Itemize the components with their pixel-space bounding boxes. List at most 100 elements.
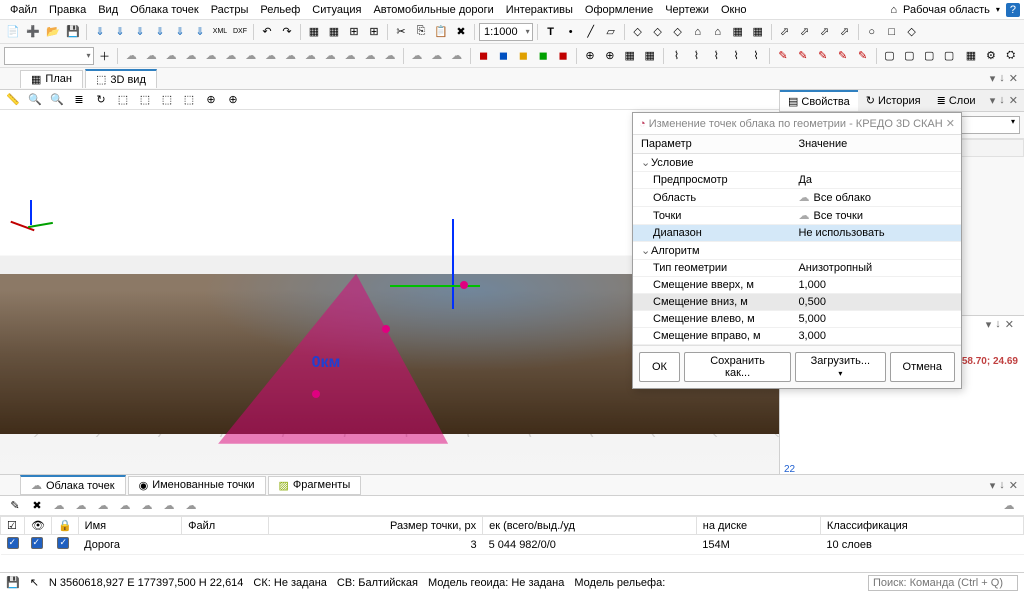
bt-pin[interactable]: ↓ bbox=[999, 479, 1005, 492]
tb-copy[interactable]: ⎘ bbox=[412, 23, 430, 41]
bt-3[interactable]: ☁ bbox=[50, 497, 68, 515]
tb-l2[interactable]: ⌇ bbox=[687, 47, 705, 65]
dlg-geomtype-v[interactable]: Анизотропный bbox=[790, 260, 961, 277]
tb-import-5[interactable]: ⇓ bbox=[171, 23, 189, 41]
tb-import-4[interactable]: ⇓ bbox=[151, 23, 169, 41]
tb-road-2[interactable]: ⬀ bbox=[796, 23, 814, 41]
tb-cloud-7[interactable]: ☁ bbox=[242, 47, 260, 65]
tb-misc-f[interactable]: ▦ bbox=[729, 23, 747, 41]
tb-draw-3[interactable]: ◇ bbox=[903, 23, 921, 41]
tab-layers[interactable]: ≣Слои bbox=[929, 90, 984, 111]
tb-flag-2[interactable]: ◼ bbox=[494, 47, 512, 65]
tb-xml[interactable]: XML bbox=[211, 23, 229, 41]
row-check[interactable] bbox=[7, 537, 19, 549]
tb-road-1[interactable]: ⬀ bbox=[776, 23, 794, 41]
table-row[interactable]: Дорога 3 5 044 982/0/0 154M 10 слоев bbox=[1, 535, 1024, 555]
status-cursor-icon[interactable]: ↖ bbox=[30, 576, 39, 589]
vp-zoom-in[interactable]: 🔍 bbox=[26, 91, 44, 109]
bt-end[interactable]: ☁ bbox=[1000, 497, 1018, 515]
vp-ruler[interactable]: 📏 bbox=[4, 91, 22, 109]
bt-9[interactable]: ☁ bbox=[182, 497, 200, 515]
dlg-preview-v[interactable]: Да bbox=[790, 172, 961, 189]
tb-misc-3[interactable]: ▢ bbox=[920, 47, 938, 65]
tab-properties[interactable]: ▤Свойства bbox=[780, 90, 858, 111]
bt-min[interactable]: ▾ bbox=[990, 479, 996, 492]
tb-flag-4[interactable]: ◼ bbox=[534, 47, 552, 65]
tb-flag-1[interactable]: ◼ bbox=[475, 47, 493, 65]
tb-draw-a[interactable]: ✎ bbox=[774, 47, 792, 65]
menu-file[interactable]: Файл bbox=[4, 2, 43, 18]
status-save-icon[interactable]: 💾 bbox=[6, 576, 20, 589]
tb-import-2[interactable]: ⇓ bbox=[111, 23, 129, 41]
vp-mode3[interactable]: ⬚ bbox=[158, 91, 176, 109]
tb-redo[interactable]: ↷ bbox=[278, 23, 296, 41]
bt-4[interactable]: ☁ bbox=[72, 497, 90, 515]
tb-l1[interactable]: ⌇ bbox=[668, 47, 686, 65]
tb-l4[interactable]: ⌇ bbox=[727, 47, 745, 65]
tb-cloud-15[interactable]: ☁ bbox=[408, 47, 426, 65]
search-command-input[interactable] bbox=[868, 575, 1018, 591]
bt-1[interactable]: ✎ bbox=[6, 497, 24, 515]
tb-r3[interactable]: ⛭ bbox=[1002, 47, 1020, 65]
bt-7[interactable]: ☁ bbox=[138, 497, 156, 515]
tb-cloud-5[interactable]: ☁ bbox=[202, 47, 220, 65]
tb-draw-d[interactable]: ✎ bbox=[834, 47, 852, 65]
tb-cloud-6[interactable]: ☁ bbox=[222, 47, 240, 65]
tb-draw-1[interactable]: ○ bbox=[863, 23, 881, 41]
bt-close[interactable]: ✕ bbox=[1009, 479, 1018, 492]
rl-min[interactable]: ▾ bbox=[986, 318, 992, 331]
menu-window[interactable]: Окно bbox=[715, 2, 753, 18]
dlg-area-v[interactable]: ☁ Все облако bbox=[790, 189, 961, 207]
dialog-saveas-button[interactable]: Сохранить как... bbox=[684, 352, 791, 382]
row-eye[interactable] bbox=[31, 537, 43, 549]
tab-clouds[interactable]: ☁Облака точек bbox=[20, 475, 126, 495]
dlg-group-alg[interactable]: ⌄Алгоритм bbox=[633, 242, 961, 260]
menu-interactives[interactable]: Интерактивы bbox=[500, 2, 579, 18]
vp-mode5[interactable]: ⊕ bbox=[202, 91, 220, 109]
menu-situation[interactable]: Ситуация bbox=[306, 2, 367, 18]
tb-cloud-8[interactable]: ☁ bbox=[262, 47, 280, 65]
tb-flag-3[interactable]: ◼ bbox=[514, 47, 532, 65]
pin-icon[interactable]: ▾ bbox=[990, 72, 996, 85]
vp-rot[interactable]: ↻ bbox=[92, 91, 110, 109]
bt-5[interactable]: ☁ bbox=[94, 497, 112, 515]
tb-draw-e[interactable]: ✎ bbox=[854, 47, 872, 65]
tb-t2[interactable]: ▦ bbox=[325, 23, 343, 41]
menu-relief[interactable]: Рельеф bbox=[254, 2, 306, 18]
vp-mode2[interactable]: ⬚ bbox=[136, 91, 154, 109]
tb-cloud-2[interactable]: ☁ bbox=[142, 47, 160, 65]
rp-pin[interactable]: ↓ bbox=[999, 94, 1005, 111]
tb-r1[interactable]: ▦ bbox=[962, 47, 980, 65]
tb-line[interactable]: ╱ bbox=[582, 23, 600, 41]
row-lock[interactable] bbox=[57, 537, 69, 549]
tb-misc-c[interactable]: ◇ bbox=[669, 23, 687, 41]
tb-misc-4[interactable]: ▢ bbox=[940, 47, 958, 65]
help-icon[interactable]: ? bbox=[1006, 3, 1020, 17]
dlg-range-v[interactable]: Не использовать bbox=[790, 225, 961, 242]
tb-open[interactable]: 📂 bbox=[44, 23, 62, 41]
marker-dot-3[interactable] bbox=[312, 390, 320, 398]
tb-add[interactable]: ➕ bbox=[24, 23, 42, 41]
tb-draw-2[interactable]: □ bbox=[883, 23, 901, 41]
menu-rasters[interactable]: Растры bbox=[205, 2, 255, 18]
bt-6[interactable]: ☁ bbox=[116, 497, 134, 515]
dialog-title-bar[interactable]: ◔ Изменение точек облака по геометрии - … bbox=[633, 113, 961, 135]
tb-misc-b[interactable]: ◇ bbox=[649, 23, 667, 41]
tb-undo[interactable]: ↶ bbox=[258, 23, 276, 41]
marker-dot-1[interactable] bbox=[460, 281, 468, 289]
tb-paste[interactable]: 📋 bbox=[432, 23, 450, 41]
tb-l3[interactable]: ⌇ bbox=[707, 47, 725, 65]
tb-t4[interactable]: ⊞ bbox=[365, 23, 383, 41]
tb-cloud-12[interactable]: ☁ bbox=[341, 47, 359, 65]
bt-8[interactable]: ☁ bbox=[160, 497, 178, 515]
menu-design[interactable]: Оформление bbox=[579, 2, 659, 18]
dlg-offup-v[interactable]: 1,000 bbox=[790, 277, 961, 294]
dialog-cancel-button[interactable]: Отмена bbox=[890, 352, 955, 382]
tb-cloud-10[interactable]: ☁ bbox=[301, 47, 319, 65]
dlg-group-cond[interactable]: ⌄Условие bbox=[633, 154, 961, 172]
tb-cloud-16[interactable]: ☁ bbox=[428, 47, 446, 65]
dlg-points-v[interactable]: ☁ Все точки bbox=[790, 207, 961, 225]
marker-dot-2[interactable] bbox=[382, 325, 390, 333]
dlg-offdown-v[interactable]: 0,500 bbox=[790, 294, 961, 311]
tb-poly[interactable]: ▱ bbox=[602, 23, 620, 41]
